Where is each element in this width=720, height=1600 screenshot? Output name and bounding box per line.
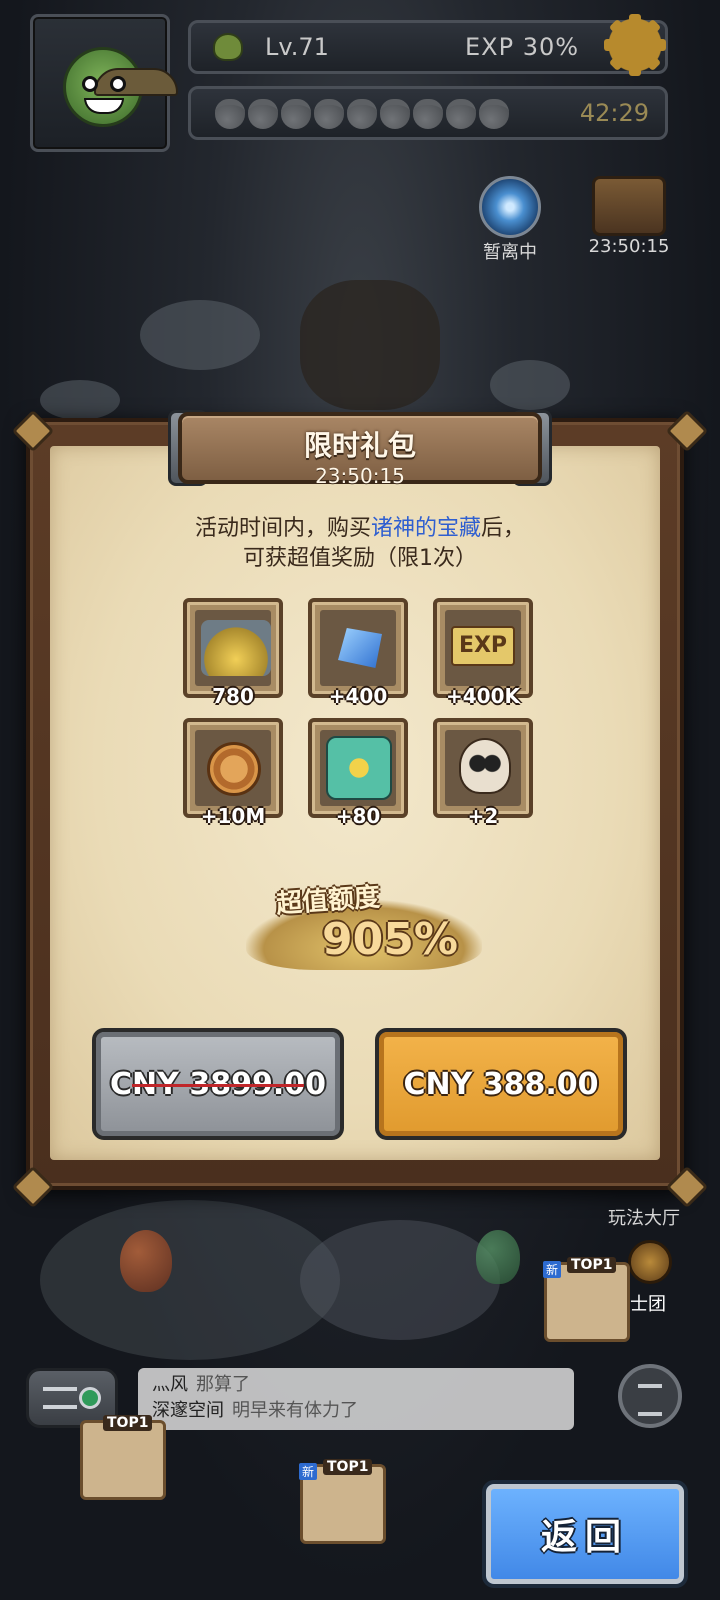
dialog-timer: 23:50:15	[315, 464, 405, 488]
balloon-icon	[476, 1230, 520, 1284]
treasure-chest-button[interactable]: 23:50:15	[574, 176, 684, 257]
ranking-card[interactable]: 新 TOP1	[299, 1459, 386, 1544]
acorn-stamina-icon	[446, 99, 476, 129]
player-avatar[interactable]	[30, 14, 178, 152]
value-banner: 超值额度 905%	[246, 880, 482, 976]
portal-label: 暂离中	[483, 242, 537, 263]
acorn-stamina-icon	[380, 99, 410, 129]
acorn-stamina-icon	[215, 99, 245, 129]
chest-timer: 23:50:15	[588, 236, 670, 257]
reward-slot[interactable]: +10M	[183, 718, 283, 828]
exp-label: EXP 30%	[465, 33, 580, 61]
ranking-card[interactable]: 新 TOP1	[543, 1257, 630, 1342]
acorn-stamina-icon	[479, 99, 509, 129]
map-snow-field	[40, 1200, 340, 1360]
balloon-icon	[120, 1230, 172, 1292]
back-button[interactable]: 返回	[482, 1480, 688, 1588]
map-fortress	[300, 280, 440, 410]
buy-button[interactable]: CNY 388.00	[375, 1028, 627, 1140]
reward-qty: +400	[328, 684, 388, 708]
acorn-stamina-icon	[281, 99, 311, 129]
reward-slot[interactable]: EXP +400K	[433, 598, 533, 708]
chat-line: 深邃空间 明早来有体力了	[152, 1400, 358, 1421]
stamina-bar: 42:29	[188, 86, 668, 140]
chat-preview[interactable]: 灬风 那算了 深邃空间 明早来有体力了	[138, 1368, 574, 1430]
gold-coin-icon	[207, 742, 261, 796]
reward-qty: +80	[335, 804, 381, 828]
skull-icon	[459, 738, 511, 794]
map-snow-island	[40, 380, 120, 420]
chat-lines-icon	[43, 1387, 77, 1409]
acorn-stamina-icon	[347, 99, 377, 129]
reward-qty: +400K	[445, 684, 520, 708]
new-tag: 新	[543, 1261, 562, 1278]
reward-slot[interactable]: 780	[183, 598, 283, 708]
puzzle-piece-icon	[326, 736, 392, 800]
highlight-pack-name: 诸神的宝藏	[370, 516, 481, 541]
level-label: Lv.71	[265, 33, 329, 61]
portal-icon	[479, 176, 541, 238]
avatar-face	[63, 47, 178, 127]
dialog-title: 限时礼包	[303, 429, 416, 462]
exp-icon: EXP	[451, 626, 515, 666]
acorn-stamina-icon	[413, 99, 443, 129]
reward-slot[interactable]: +2	[433, 718, 533, 828]
level-leaf-icon	[213, 33, 243, 61]
value-percent: 905%	[322, 914, 458, 965]
price-strikethrough	[132, 1084, 304, 1087]
menu-list-button[interactable]	[618, 1364, 682, 1428]
sale-price: CNY 388.00	[403, 1066, 599, 1102]
play-hall-label[interactable]: 玩法大厅	[608, 1204, 680, 1230]
reward-slot[interactable]: +80	[308, 718, 408, 828]
knight-cup-icon[interactable]	[628, 1240, 672, 1284]
treasure-chest-icon	[201, 620, 271, 676]
chat-line: 灬风 那算了	[152, 1374, 250, 1395]
reward-qty: 780	[212, 684, 254, 708]
top-tag: TOP1	[103, 1415, 153, 1431]
portal-button[interactable]: 暂离中	[470, 176, 550, 264]
new-tag: 新	[299, 1463, 318, 1480]
map-snow-island	[140, 300, 260, 370]
acorn-stamina-icon	[314, 99, 344, 129]
map-snow-island	[490, 360, 570, 410]
map-city	[300, 1220, 500, 1340]
acorn-stamina-icon	[248, 99, 278, 129]
reward-qty: +10M	[200, 804, 266, 828]
top-tag: TOP1	[323, 1459, 373, 1475]
original-price-button: CNY 3899.00	[92, 1028, 344, 1140]
reward-qty: +2	[467, 804, 499, 828]
chest-icon	[592, 176, 666, 236]
top-tag: TOP1	[567, 1257, 617, 1273]
stamina-acorns	[215, 99, 509, 129]
reward-slot[interactable]: +400	[308, 598, 408, 708]
dialog-description: 活动时间内，购买诸神的宝藏后， 可获超值奖励（限1次）	[194, 516, 526, 571]
stamina-timer: 42:29	[579, 99, 649, 127]
chat-status-icon	[79, 1387, 101, 1409]
level-bar: Lv.71 EXP 30%	[188, 20, 668, 74]
ranking-card[interactable]: TOP1	[80, 1415, 166, 1500]
settings-gear-icon[interactable]	[600, 10, 670, 80]
